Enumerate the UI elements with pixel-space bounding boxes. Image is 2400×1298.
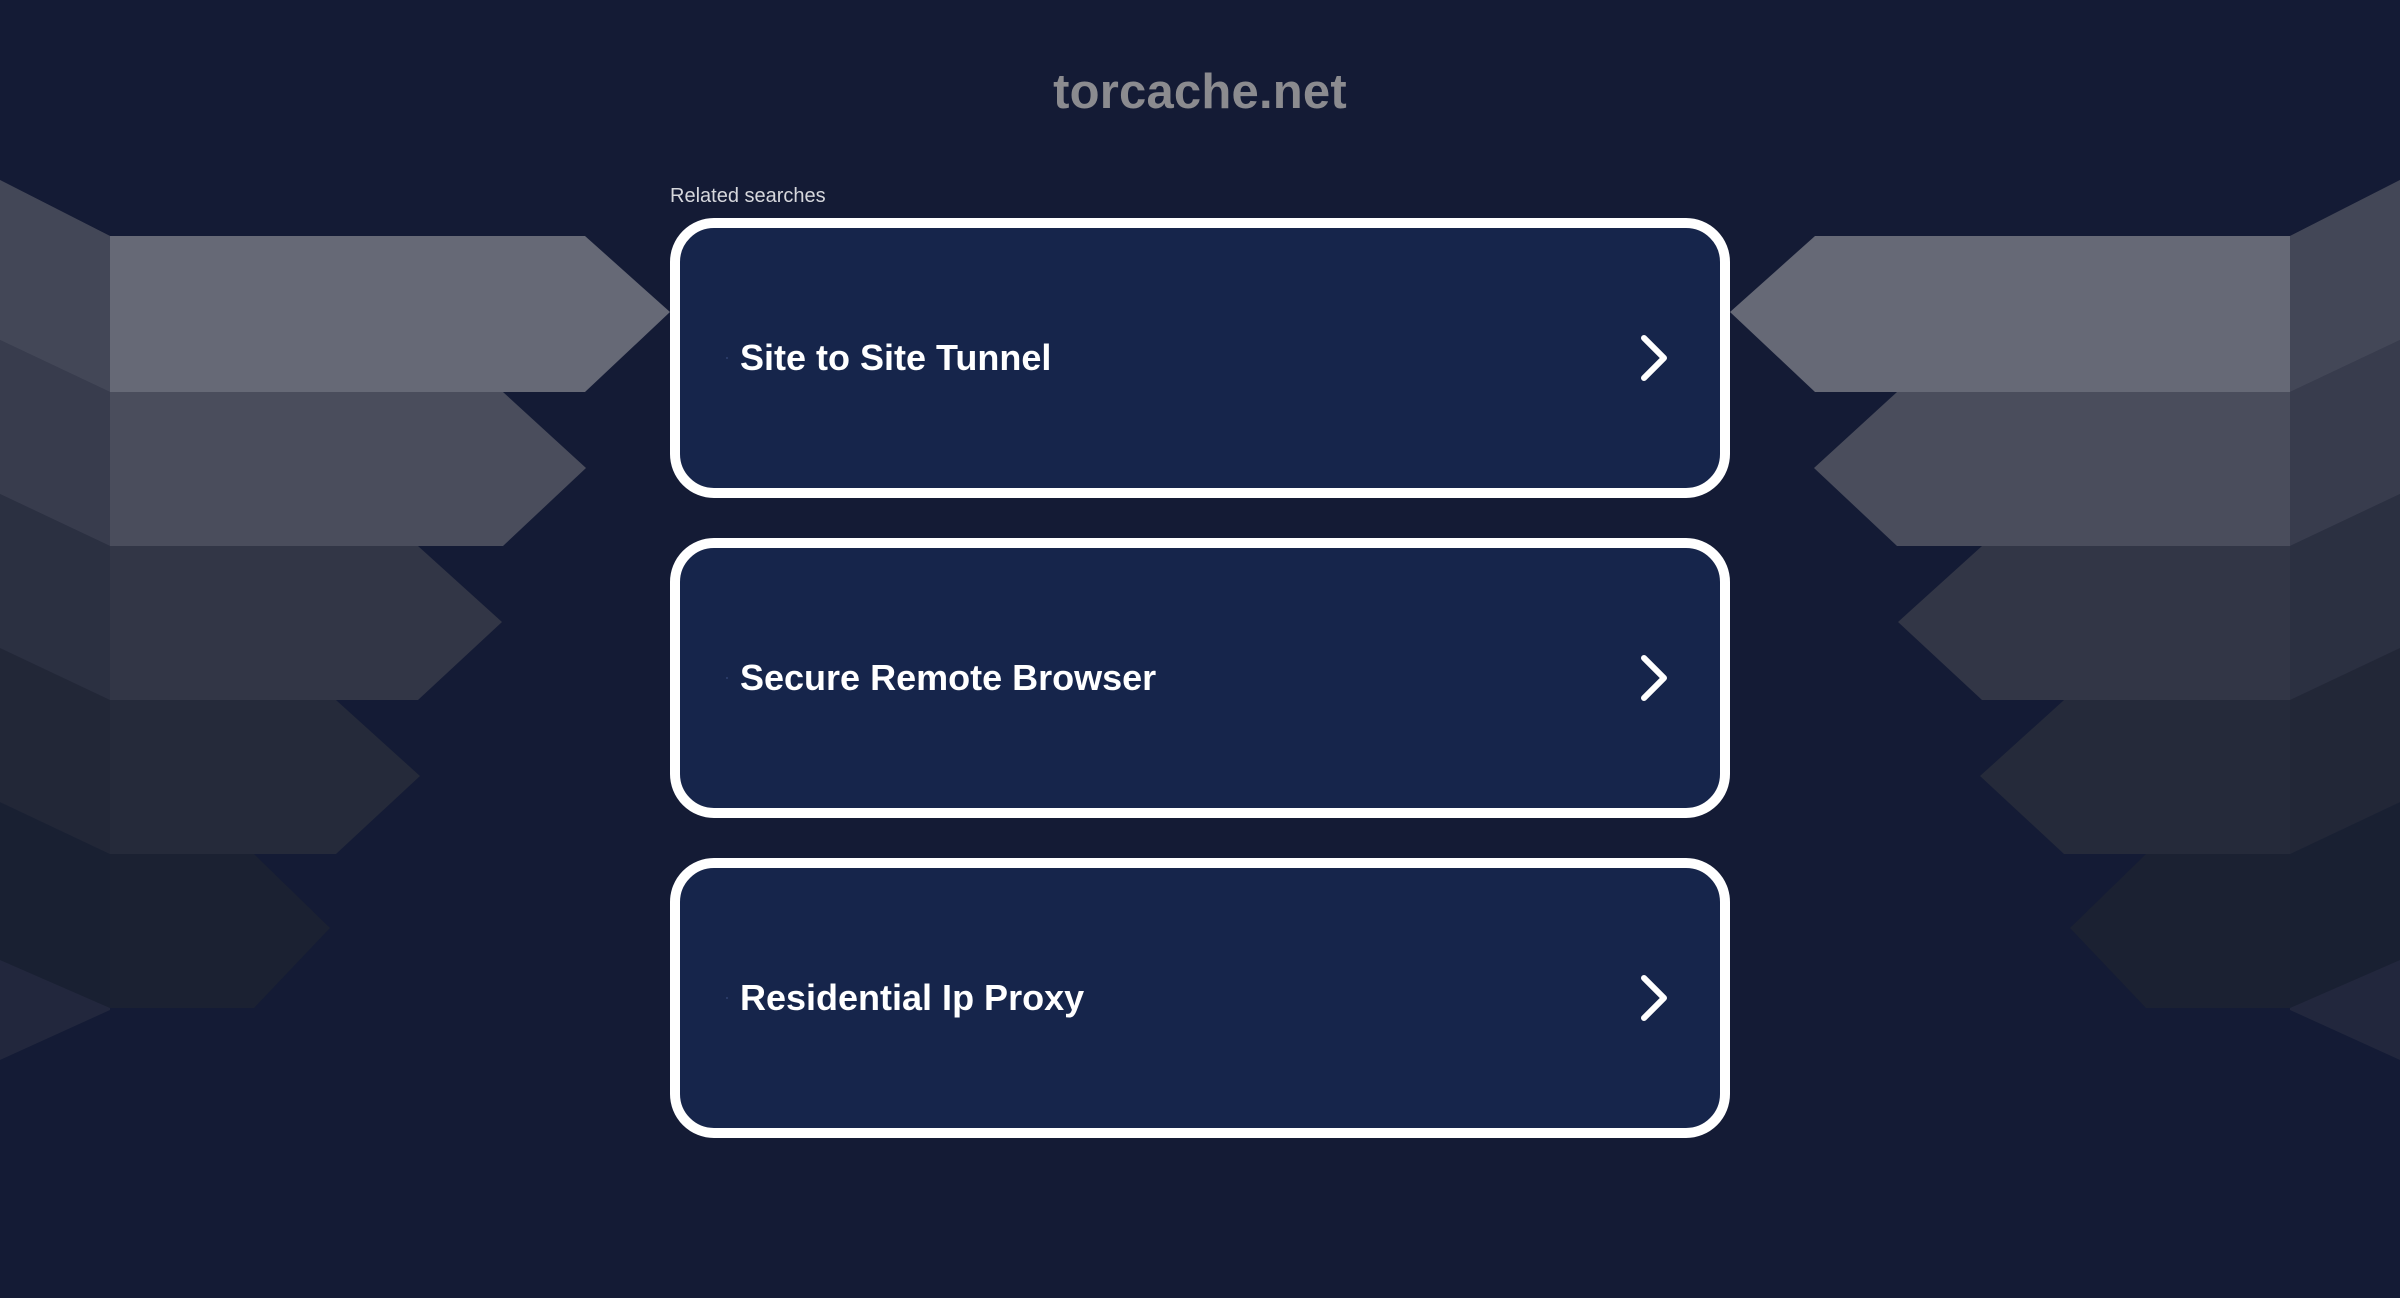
related-search-label: Site to Site Tunnel [740, 337, 1052, 378]
related-search-label: Residential Ip Proxy [740, 977, 1085, 1018]
result-label-wrap: Residential Ip Proxy [726, 976, 1084, 1020]
domain-title: torcache.net [1053, 65, 1347, 119]
result-label-wrap: Site to Site Tunnel [726, 336, 1051, 380]
parked-domain-page: torcache.net Related searches Site to Si… [0, 0, 2400, 1298]
result-marker [726, 677, 728, 679]
related-search-residential-ip-proxy[interactable]: Residential Ip Proxy [670, 858, 1730, 1138]
result-marker [726, 997, 728, 999]
result-marker [726, 357, 728, 359]
related-search-label: Secure Remote Browser [740, 657, 1157, 698]
result-label-wrap: Secure Remote Browser [726, 656, 1156, 700]
related-searches-label: Related searches [670, 185, 826, 207]
chevron-right-icon [1641, 335, 1667, 381]
related-searches-list: Site to Site Tunnel Secure Remote Browse… [670, 218, 1730, 1178]
chevron-right-icon [1641, 655, 1667, 701]
related-search-secure-remote-browser[interactable]: Secure Remote Browser [670, 538, 1730, 818]
chevron-right-icon [1641, 975, 1667, 1021]
related-search-site-to-site-tunnel[interactable]: Site to Site Tunnel [670, 218, 1730, 498]
